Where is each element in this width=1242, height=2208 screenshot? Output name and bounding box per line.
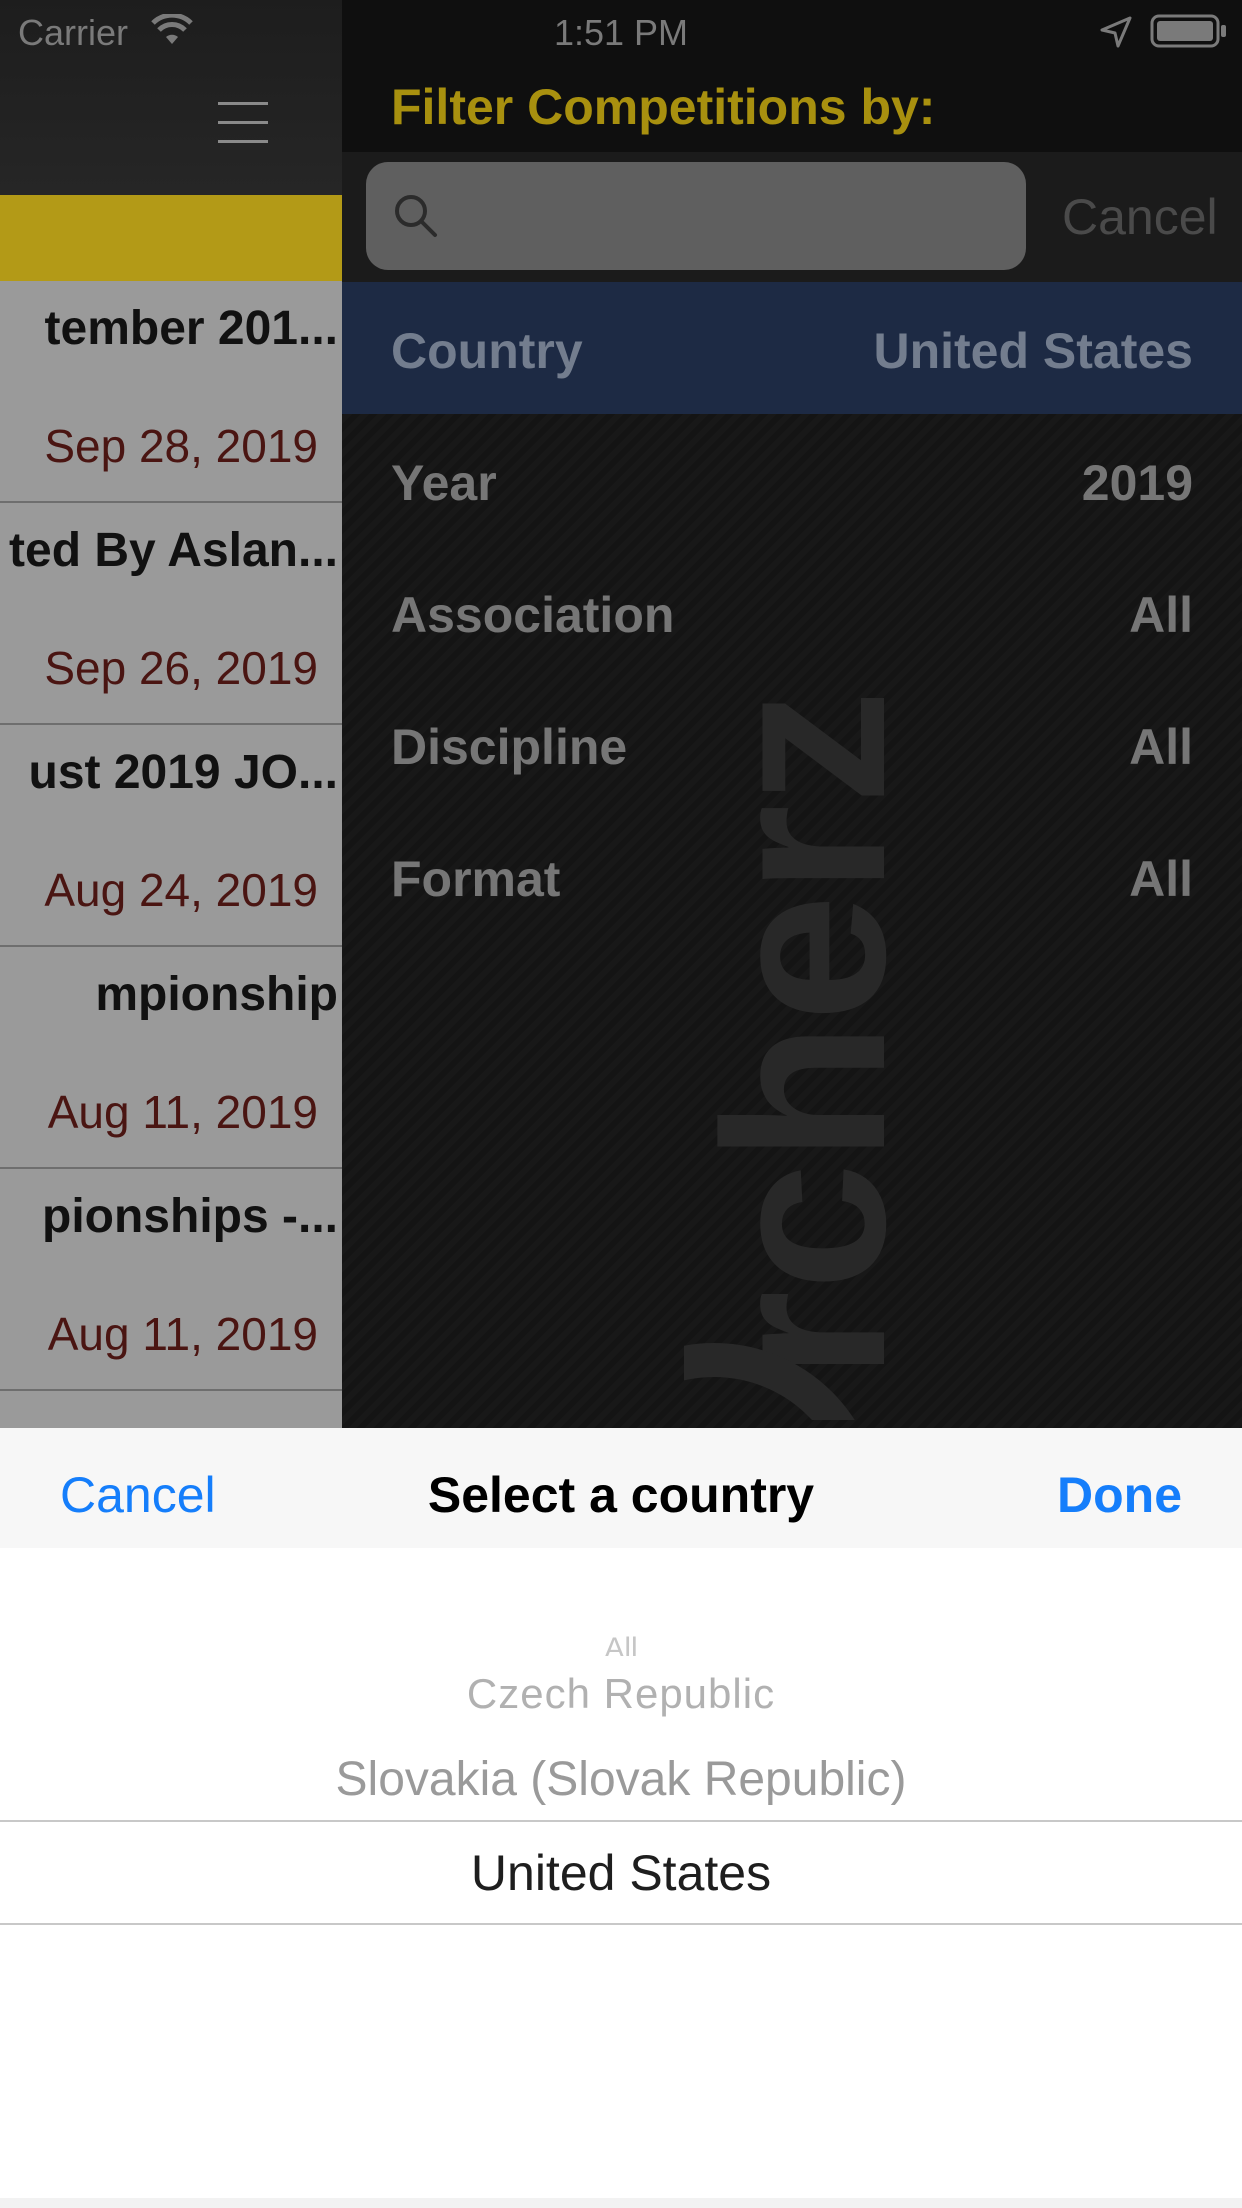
competition-date: Aug 24, 2019	[44, 864, 318, 916]
filter-value: United States	[873, 323, 1193, 379]
filter-label: Association	[391, 587, 675, 643]
picker-option[interactable]: All	[0, 1632, 1242, 1656]
competition-date: Aug 11, 2019	[47, 1308, 318, 1360]
battery-icon	[1150, 14, 1226, 48]
competition-list-panel: tember 201... Sep 28, 2019 ted By Aslan.…	[0, 0, 342, 1428]
competition-title: mpionship	[95, 968, 338, 1021]
filter-label: Country	[391, 323, 583, 379]
picker-option[interactable]: Czech Republic	[0, 1670, 1242, 1718]
bottom-strip	[0, 2198, 1242, 2208]
list-item[interactable]: ust 2019 JO... Aug 24, 2019	[0, 725, 342, 947]
filter-value: 2019	[1081, 455, 1193, 511]
country-picker-wheel[interactable]: All Czech Republic Slovakia (Slovak Repu…	[0, 1548, 1242, 2198]
hamburger-menu-icon[interactable]	[218, 102, 268, 143]
filter-value: All	[1129, 587, 1193, 643]
picker-option[interactable]: Slovakia (Slovak Republic)	[0, 1752, 1242, 1807]
picker-toolbar: Cancel Select a country Done	[0, 1428, 1242, 1548]
competition-date: Aug 11, 2019	[47, 1086, 318, 1138]
search-input[interactable]	[366, 162, 1026, 270]
picker-title: Select a country	[427, 1467, 815, 1523]
picker-option-selected[interactable]: United States	[0, 1844, 1242, 1902]
competition-title: pionships -...	[42, 1190, 338, 1243]
search-icon	[395, 195, 437, 237]
competition-date: Sep 28, 2019	[44, 420, 318, 472]
picker-selection-line-bottom	[0, 1923, 1242, 1925]
list-item[interactable]	[0, 1391, 342, 1428]
list-header-band	[0, 195, 342, 281]
competition-title: tember 201...	[44, 302, 338, 355]
filter-row-country[interactable]: Country United States	[342, 282, 1242, 414]
drawer-title: Filter Competitions by:	[391, 79, 936, 135]
list-item[interactable]: ted By Aslan... Sep 26, 2019	[0, 503, 342, 725]
filter-label: Format	[391, 851, 561, 907]
filter-label: Year	[391, 455, 497, 511]
filter-drawer: Filter Competitions by: Cancel Country U…	[342, 0, 1242, 1428]
status-time: 1:51 PM	[553, 12, 689, 53]
status-bar: Carrier 1:51 PM	[0, 0, 1242, 62]
search-cancel-button[interactable]: Cancel	[1062, 188, 1218, 246]
picker-done-button[interactable]: Done	[1057, 1466, 1182, 1524]
list-item[interactable]: pionships -... Aug 11, 2019	[0, 1169, 342, 1391]
picker-selection-line-top	[0, 1820, 1242, 1822]
competition-title: ted By Aslan...	[9, 524, 338, 577]
location-icon	[1100, 16, 1132, 48]
brand-watermark: rcherz	[684, 690, 933, 1420]
competition-date: Sep 26, 2019	[44, 642, 318, 694]
filter-value: All	[1129, 851, 1193, 907]
list-item[interactable]: tember 201... Sep 28, 2019	[0, 281, 342, 503]
competition-title: ust 2019 JO...	[28, 746, 339, 799]
filter-label: Discipline	[391, 719, 628, 775]
search-bar: Cancel	[342, 152, 1242, 282]
watermark-text: rcherz	[684, 690, 933, 1380]
filter-value: All	[1129, 719, 1193, 775]
list-item[interactable]: mpionship Aug 11, 2019	[0, 947, 342, 1169]
